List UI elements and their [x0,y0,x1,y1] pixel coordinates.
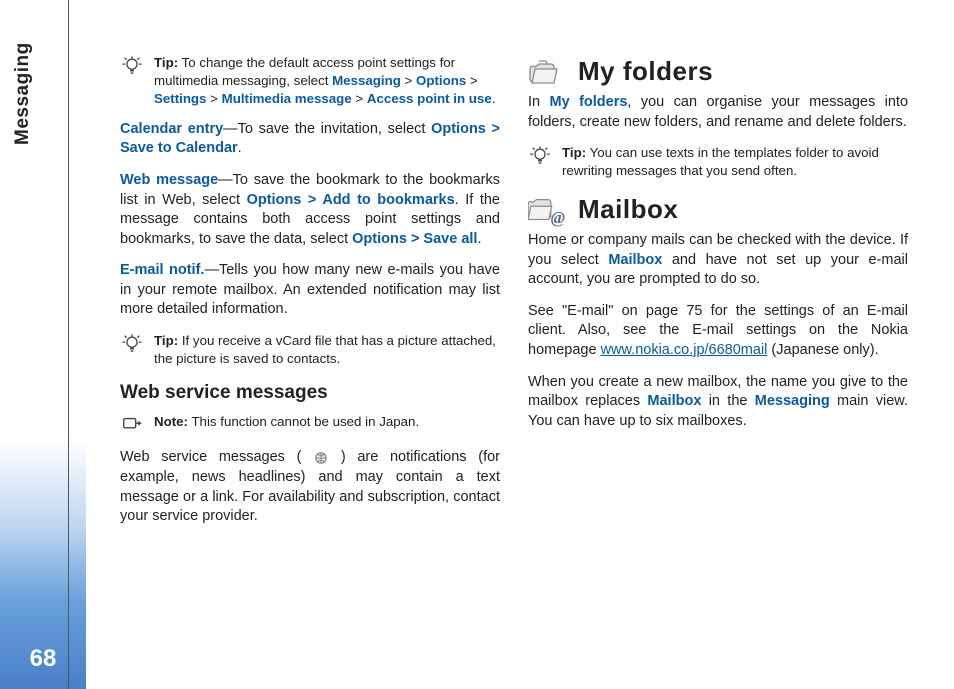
tip-text: To change the default access point setti… [154,55,455,88]
heading-text: Mailbox [578,192,678,227]
tip-label: Tip: [154,333,178,348]
text: Web service messages ( [120,449,313,465]
para-web-message: Web message—To save the bookmark to the … [120,171,500,249]
note-icon [120,414,144,436]
term: Mailbox [647,393,701,409]
text: in the [701,393,754,409]
tip-text: If you receive a vCard file that has a p… [154,333,496,366]
link: Settings [154,91,206,106]
para-web-service: Web service messages ( ) are notificatio… [120,448,500,526]
right-column: My folders In My folders, you can organi… [528,54,908,609]
para-calendar-entry: Calendar entry—To save the invitation, s… [120,120,500,159]
term: Web message [120,172,218,188]
para-my-folders: In My folders, you can organise your mes… [528,93,908,132]
term: My folders [550,94,628,110]
external-link[interactable]: www.nokia.co.jp/6680mail [601,342,768,358]
term: Calendar entry [120,121,223,137]
section-tab: Messaging [10,42,58,242]
lightbulb-icon [120,333,144,355]
margin-rule [68,0,69,689]
tip-label: Tip: [562,145,586,160]
heading-web-service-messages: Web service messages [120,380,500,406]
link: Options > Save all [352,231,477,247]
heading-mailbox: Mailbox [528,192,908,227]
tip-access-point: Tip: To change the default access point … [120,54,500,108]
link: Multimedia message [222,91,352,106]
text: In [528,94,550,110]
para-mailbox-3: When you create a new mailbox, the name … [528,373,908,432]
heading-my-folders: My folders [528,54,908,89]
para-mailbox-1: Home or company mails can be checked wit… [528,231,908,290]
link: Messaging [332,73,401,88]
globe-icon [313,450,329,466]
tip-vcard: Tip: If you receive a vCard file that ha… [120,332,500,368]
link: Access point in use [367,91,492,106]
lightbulb-icon [528,145,552,167]
manual-page: Messaging 68 Tip: To change the default … [0,0,954,689]
lightbulb-icon [120,55,144,77]
text: (Japanese only). [767,342,878,358]
para-email-notif: E-mail notif.—Tells you how many new e-m… [120,261,500,320]
note-japan: Note: This function cannot be used in Ja… [120,413,500,436]
term: Mailbox [608,252,662,268]
text: —To save the invitation, select [223,121,431,137]
folder-icon [528,55,566,89]
tip-label: Tip: [154,55,178,70]
link: Options > Add to bookmarks [247,192,455,208]
left-column: Tip: To change the default access point … [120,54,500,609]
tip-text: You can use texts in the templates folde… [562,145,879,178]
mailbox-icon [528,193,566,227]
term: Messaging [755,393,830,409]
page-number: 68 [0,643,86,675]
tip-templates: Tip: You can use texts in the templates … [528,144,908,180]
note-label: Note: [154,414,188,429]
term: E-mail notif. [120,262,204,278]
note-text: This function cannot be used in Japan. [188,414,419,429]
link: Options [416,73,466,88]
para-mailbox-2: See "E-mail" on page 75 for the settings… [528,302,908,361]
heading-text: My folders [578,54,713,89]
